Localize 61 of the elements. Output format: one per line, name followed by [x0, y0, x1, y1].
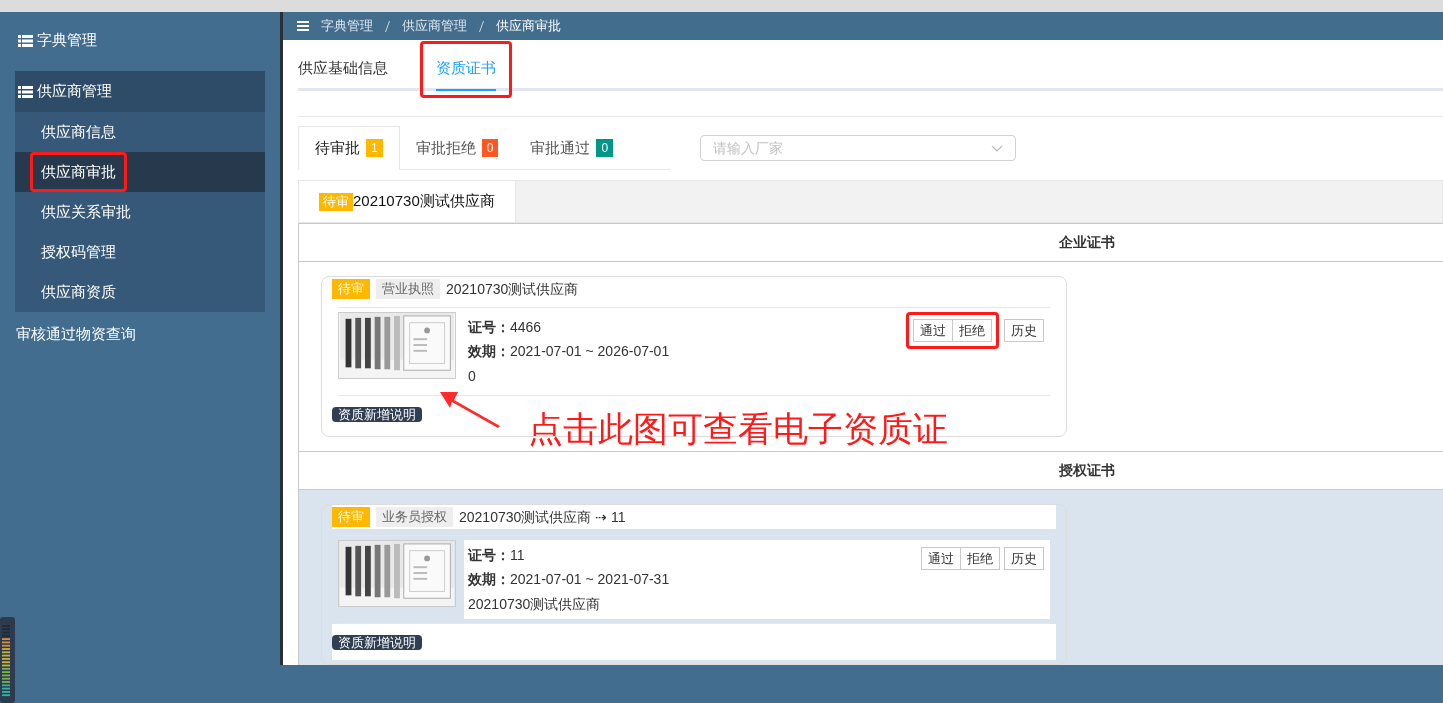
note-text: 20210730测试供应商	[468, 595, 602, 614]
note-badge: 资质新增说明	[332, 635, 422, 650]
highlight-frame: 供应关系审批	[30, 191, 142, 233]
section-heading: 授权证书	[1059, 461, 1115, 480]
highlight-frame: 供应商信息	[30, 111, 127, 153]
tab[interactable]: 待审批 1	[298, 126, 400, 170]
count-badge: 0	[481, 139, 499, 157]
breadcrumb-link[interactable]: 供应商管理	[402, 16, 467, 36]
select-input[interactable]: 请输入厂家	[713, 137, 913, 159]
tab[interactable]: 审批通过 0	[514, 126, 630, 170]
action-button[interactable]: 拒绝	[952, 319, 992, 342]
sidebar-item[interactable]: 供应商信息	[15, 112, 265, 152]
status-badge: 待审	[319, 192, 353, 211]
status-badge: 待审	[332, 507, 370, 527]
type-tag: 营业执照	[376, 279, 440, 299]
field-label: 效期：	[468, 342, 510, 361]
field-label: 证号：	[468, 318, 510, 337]
type-tag: 业务员授权	[376, 507, 453, 527]
highlight-frame: 供应商资质	[30, 271, 127, 313]
annotation-text: 点击此图可查看电子资质证	[528, 408, 948, 450]
tab[interactable]: 审批拒绝 0	[399, 126, 515, 170]
action-button[interactable]: 历史	[1004, 319, 1044, 342]
card-title: 20210730测试供应商	[446, 279, 579, 299]
tab[interactable]: 供应基础信息	[283, 41, 404, 98]
breadcrumb-separator	[479, 20, 484, 32]
action-button[interactable]: 拒绝	[960, 547, 1000, 570]
field-value: 2021-07-01 ~ 2026-07-01	[510, 342, 670, 361]
note-text: 0	[468, 367, 477, 386]
action-button[interactable]: 通过	[913, 319, 953, 342]
chevron-down-icon	[991, 144, 1003, 152]
vendor-select[interactable]: 请输入厂家	[700, 135, 1016, 161]
sidebar-group[interactable]: 供应商管理	[15, 71, 265, 112]
sidebar-item[interactable]: 审核通过物资查询	[0, 314, 280, 354]
breadcrumb-link[interactable]: 字典管理	[321, 16, 373, 36]
count-badge: 1	[366, 139, 383, 157]
vendor-name: 20210730测试供应商	[353, 191, 495, 212]
breadcrumb-separator	[385, 20, 390, 32]
section-heading: 企业证书	[1059, 233, 1115, 252]
sidebar-item[interactable]: 供应关系审批	[15, 192, 265, 232]
count-badge: 0	[596, 139, 614, 157]
list-icon	[18, 34, 33, 47]
action-button[interactable]: 历史	[1004, 547, 1044, 570]
highlight-frame: 供应商审批	[30, 151, 127, 193]
card-title: 20210730测试供应商 ⇢ 11	[459, 507, 626, 527]
sidebar-item[interactable]: 供应商资质	[15, 272, 265, 312]
sidebar-item[interactable]: 授权码管理	[15, 232, 265, 272]
breadcrumb-link[interactable]: 供应商审批	[496, 16, 561, 36]
field-value: 11	[510, 546, 525, 565]
menu-icon[interactable]	[297, 21, 309, 31]
sidebar-group[interactable]: 字典管理	[2, 20, 278, 61]
highlight-frame: 授权码管理	[30, 231, 127, 273]
note-badge: 资质新增说明	[332, 407, 422, 422]
list-icon	[18, 85, 33, 98]
field-label: 效期：	[468, 570, 510, 589]
action-button[interactable]: 通过	[921, 547, 961, 570]
status-badge: 待审	[332, 279, 370, 299]
field-value: 2021-07-01 ~ 2021-07-31	[510, 570, 670, 589]
field-value: 4466	[510, 318, 542, 337]
field-label: 证号：	[468, 546, 510, 565]
sidebar-item[interactable]: 供应商审批	[15, 152, 265, 192]
vendor-tab[interactable]: 待审 20210730测试供应商	[299, 181, 516, 222]
